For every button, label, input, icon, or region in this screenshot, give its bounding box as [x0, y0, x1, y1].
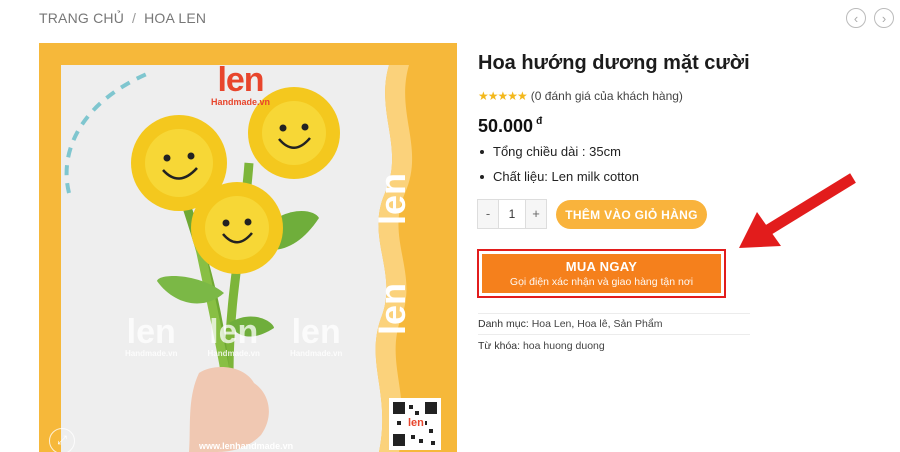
watermark-text: len [126, 313, 176, 351]
breadcrumb-category-link[interactable]: HOA LEN [144, 10, 206, 26]
buy-now-highlight: MUA NGAY Gọi điện xác nhận và giao hàng … [477, 249, 726, 298]
watermark-text: len [209, 313, 259, 351]
buy-now-label: MUA NGAY [565, 259, 638, 274]
product-image[interactable]: len Handmade.vn len len len Handmade.vn l… [39, 43, 457, 452]
divider [478, 313, 750, 314]
product-categories: Danh mục: Hoa Len, Hoa lê, Sản Phẩm [478, 318, 663, 330]
breadcrumb: TRANG CHỦ / HOA LEN [39, 10, 206, 26]
spec-item: Chất liệu: Len milk cotton [478, 167, 639, 192]
watermark-sub: Handmade.vn [289, 349, 343, 358]
product-title: Hoa hướng dương mặt cười [478, 52, 750, 74]
category-link[interactable]: Hoa lê [577, 318, 607, 330]
product-price: 50.000 đ [478, 116, 542, 137]
product-rating: ★★★★★ (0 đánh giá của khách hàng) [478, 89, 683, 103]
side-brand: len [372, 133, 457, 253]
tags-label: Từ khóa: [478, 340, 521, 352]
star-rating-icon: ★★★★★ [478, 89, 528, 103]
quantity-stepper: - + [477, 199, 547, 229]
red-arrow-icon [739, 173, 856, 248]
zoom-in-icon: ⤢ [57, 433, 67, 447]
buy-now-button[interactable]: MUA NGAY Gọi điện xác nhận và giao hàng … [482, 254, 721, 293]
watermark-text: len [291, 313, 341, 351]
tag-link[interactable]: hoa huong duong [523, 340, 605, 352]
category-link[interactable]: Hoa Len [532, 318, 572, 330]
brand-logo: len Handmade.vn [211, 63, 270, 107]
category-label: Danh mục: [478, 318, 529, 330]
zoom-button[interactable]: ⤢ [49, 428, 75, 452]
quantity-plus-button[interactable]: + [526, 200, 546, 228]
review-count-link[interactable]: (0 đánh giá của khách hàng) [531, 89, 683, 103]
chevron-left-icon: ‹ [853, 11, 859, 26]
currency-symbol: đ [536, 116, 543, 127]
buy-now-sublabel: Gọi điện xác nhận và giao hàng tận nơi [509, 276, 694, 288]
product-tags: Từ khóa: hoa huong duong [478, 340, 605, 352]
side-brand-lower: len [372, 243, 457, 363]
breadcrumb-separator: / [132, 10, 137, 26]
category-link[interactable]: Sản Phẩm [613, 318, 662, 330]
side-brand-text-lower: len [372, 282, 414, 336]
add-to-cart-button[interactable]: THÊM VÀO GIỎ HÀNG [556, 200, 707, 229]
breadcrumb-home-link[interactable]: TRANG CHỦ [39, 10, 124, 26]
side-brand-text: len [372, 172, 414, 226]
brand-logo-sub: Handmade.vn [211, 97, 271, 107]
prev-product-button[interactable]: ‹ [846, 8, 866, 28]
next-product-button[interactable]: › [874, 8, 894, 28]
quantity-minus-button[interactable]: - [478, 200, 498, 228]
divider [478, 334, 750, 335]
price-value: 50.000 [478, 116, 534, 136]
watermark-sub: Handmade.vn [207, 349, 260, 358]
brand-logo-text: len [217, 61, 264, 99]
quantity-input[interactable] [498, 200, 526, 228]
product-specs: Tổng chiều dài : 35cm Chất liệu: Len mil… [478, 142, 639, 192]
watermark: len Handmade.vn len Handmade.vn len Handmad… [125, 315, 342, 358]
spec-item: Tổng chiều dài : 35cm [478, 142, 639, 167]
watermark-sub: Handmade.vn [125, 349, 178, 358]
website-text: www.lenhandmade.vn [199, 441, 294, 451]
qr-label: len [407, 417, 425, 429]
chevron-right-icon: › [881, 11, 887, 26]
